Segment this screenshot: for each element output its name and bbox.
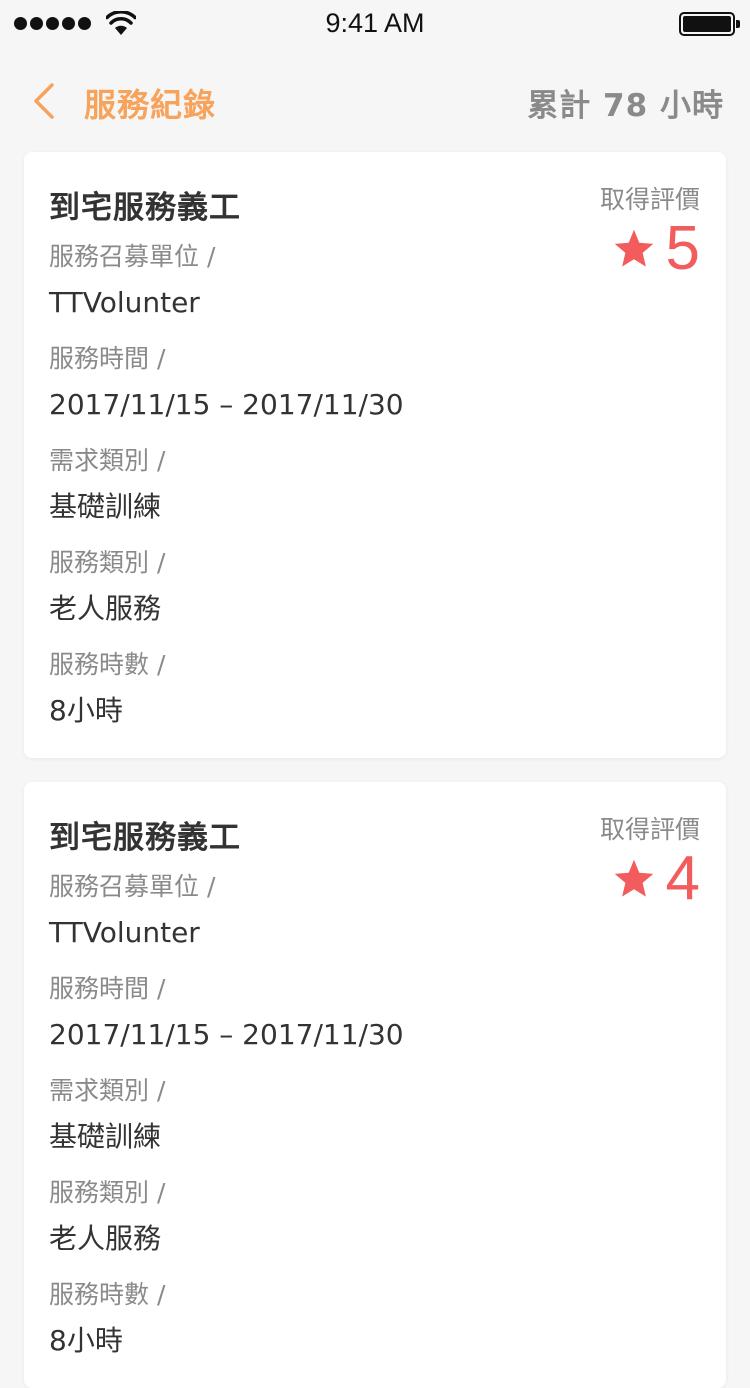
- field-label: 需求類別 /: [49, 1076, 166, 1105]
- field-service-category: 服務類別 / 老人服務: [49, 546, 165, 626]
- rating-value: 4: [665, 844, 700, 913]
- rating: 5: [612, 218, 700, 280]
- record-card[interactable]: 到宅服務義工 取得評價 4 服務召募單位 / TTVolunter 服務時間 /…: [24, 782, 726, 1388]
- field-value: 8小時: [49, 694, 123, 727]
- field-value: 2017/11/15 – 2017/11/30: [49, 1018, 404, 1051]
- nav-bar: 服務紀錄 累計 78 小時: [0, 70, 750, 132]
- rating: 4: [612, 848, 700, 910]
- status-bar: 9:41 AM: [0, 0, 750, 48]
- chevron-left-icon[interactable]: [30, 82, 60, 120]
- field-label: 服務時數 /: [49, 1280, 166, 1309]
- field-service-hours: 服務時數 / 8小時: [49, 1278, 165, 1358]
- rating-value: 5: [665, 214, 700, 283]
- field-service-category: 服務類別 / 老人服務: [49, 1176, 165, 1256]
- star-icon: [614, 229, 653, 267]
- field-value: 8小時: [49, 1324, 123, 1357]
- field-organizer: 服務召募單位 / TTVolunter: [49, 870, 215, 950]
- record-title: 到宅服務義工: [49, 190, 241, 226]
- total-hours: 累計 78 小時: [527, 88, 724, 124]
- status-time: 9:41 AM: [325, 8, 425, 38]
- field-service-period: 服務時間 / 2017/11/15 – 2017/11/30: [49, 972, 404, 1052]
- field-value: TTVolunter: [49, 286, 200, 319]
- field-label: 服務召募單位 /: [49, 242, 216, 271]
- field-label: 服務時間 /: [49, 344, 166, 373]
- field-value: TTVolunter: [49, 916, 200, 949]
- rating-label: 取得評價: [599, 185, 700, 214]
- field-service-hours: 服務時數 / 8小時: [49, 648, 165, 728]
- rating-label: 取得評價: [599, 815, 700, 844]
- record-title: 到宅服務義工: [49, 820, 241, 856]
- field-label: 需求類別 /: [49, 446, 166, 475]
- field-need-category: 需求類別 / 基礎訓練: [49, 1074, 165, 1154]
- field-label: 服務類別 /: [49, 548, 166, 577]
- field-label: 服務召募單位 /: [49, 872, 216, 901]
- field-value: 老人服務: [49, 592, 162, 625]
- field-value: 2017/11/15 – 2017/11/30: [49, 388, 404, 421]
- field-service-period: 服務時間 / 2017/11/15 – 2017/11/30: [49, 342, 404, 422]
- star-icon: [614, 859, 653, 897]
- field-label: 服務時間 /: [49, 974, 166, 1003]
- record-card[interactable]: 到宅服務義工 取得評價 5 服務召募單位 / TTVolunter 服務時間 /…: [24, 152, 726, 758]
- field-value: 老人服務: [49, 1222, 162, 1255]
- field-label: 服務類別 /: [49, 1178, 166, 1207]
- field-value: 基礎訓練: [49, 490, 162, 523]
- page-title: 服務紀錄: [84, 86, 217, 124]
- field-need-category: 需求類別 / 基礎訓練: [49, 444, 165, 524]
- battery-icon: [679, 12, 740, 36]
- field-label: 服務時數 /: [49, 650, 166, 679]
- field-value: 基礎訓練: [49, 1120, 162, 1153]
- field-organizer: 服務召募單位 / TTVolunter: [49, 240, 215, 320]
